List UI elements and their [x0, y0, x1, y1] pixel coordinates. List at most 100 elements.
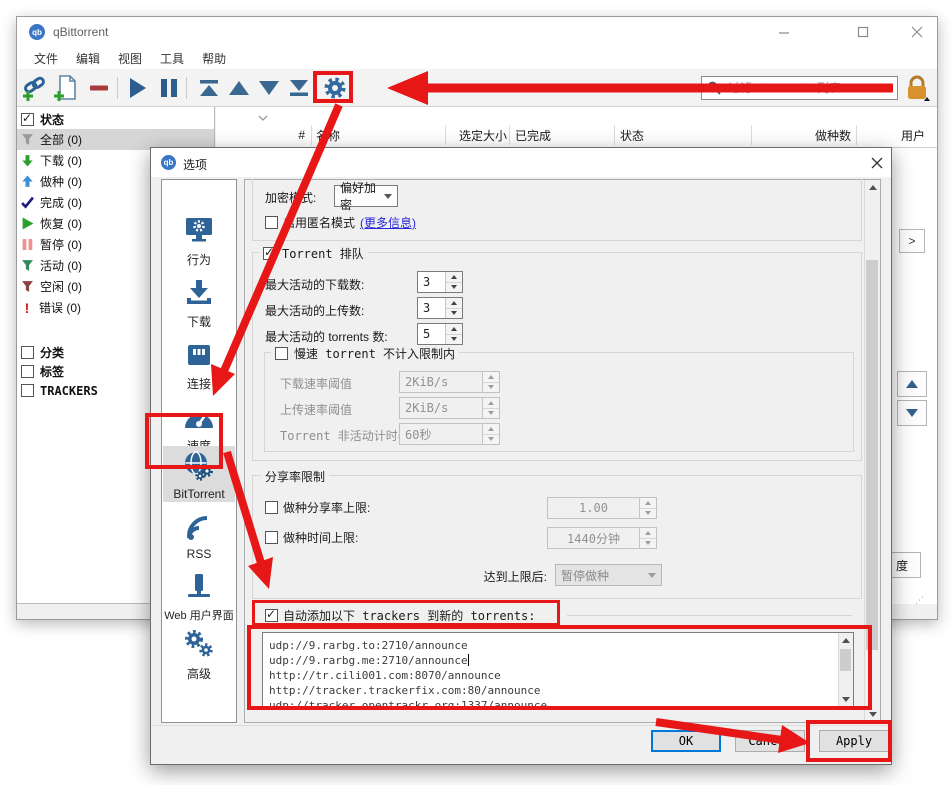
menu-file[interactable]: 文件	[25, 48, 67, 69]
status-checkbox[interactable]	[21, 113, 34, 126]
category-bittorrent[interactable]: BitTorrent	[163, 446, 235, 502]
spin-up-icon[interactable]	[446, 298, 462, 309]
seed-time-spinbox: 1440分钟	[547, 527, 657, 549]
tags-checkbox[interactable]	[21, 365, 34, 378]
spin-up-icon[interactable]	[446, 272, 462, 283]
scroll-down-button[interactable]	[897, 400, 927, 426]
dialog-title: 选项	[183, 156, 207, 173]
column-peers[interactable]: 用户	[856, 123, 931, 147]
qbittorrent-logo-icon: qb	[161, 155, 176, 170]
spin-down-icon[interactable]	[446, 335, 462, 345]
toolbar-separator	[117, 77, 118, 99]
trackers-checkbox[interactable]	[21, 384, 34, 397]
lock-icon[interactable]	[905, 75, 931, 105]
menu-help[interactable]: 帮助	[193, 48, 235, 69]
scrollbar-thumb[interactable]	[840, 649, 851, 671]
menu-tools[interactable]: 工具	[151, 48, 193, 69]
dialog-close-icon[interactable]	[865, 153, 889, 173]
funnel-gray-icon	[21, 133, 34, 146]
resize-grip[interactable]: ⋰	[915, 595, 925, 606]
spin-down-icon[interactable]	[446, 309, 462, 319]
scroll-down-icon[interactable]	[839, 692, 853, 707]
options-gear-icon[interactable]	[321, 74, 349, 102]
column-size[interactable]: 选定大小	[445, 123, 507, 147]
encryption-label: 加密模式:	[265, 189, 316, 206]
settings-viewport: 加密模式: 偏好加密 启用匿名模式 (更多信息) Torrent 排队 最大活动…	[244, 179, 881, 723]
table-header-row: # 名称 选定大小 已完成 状态 做种数 用户	[216, 123, 937, 148]
column-done[interactable]: 已完成	[515, 123, 615, 147]
textarea-scrollbar[interactable]	[838, 633, 853, 707]
status-header-label: 状态	[40, 111, 64, 128]
category-downloads[interactable]: 下载	[163, 278, 235, 330]
torrent-filter-search	[701, 76, 898, 100]
max-torrents-spinbox[interactable]: 5	[417, 323, 463, 345]
menu-view[interactable]: 视图	[109, 48, 151, 69]
add-torrent-link-icon[interactable]	[21, 74, 49, 102]
category-connection[interactable]: 连接	[163, 340, 235, 392]
max-uploads-spinbox[interactable]: 3	[417, 297, 463, 319]
more-info-link[interactable]: (更多信息)	[360, 214, 416, 231]
category-webui[interactable]: Web 用户界面	[163, 572, 235, 623]
max-downloads-spinbox[interactable]: 3	[417, 271, 463, 293]
category-advanced[interactable]: 高级	[163, 628, 235, 682]
chevron-down-icon	[648, 573, 656, 578]
scrollbar-thumb[interactable]	[866, 260, 878, 650]
scroll-up-button[interactable]	[897, 371, 927, 397]
auto-add-trackers-checkbox[interactable]	[265, 609, 278, 622]
advanced-icon	[182, 628, 216, 660]
play-green-icon	[21, 217, 34, 230]
ok-button[interactable]: OK	[651, 730, 721, 752]
ul-threshold-label: 上传速率阈值	[280, 401, 352, 418]
status-header-row[interactable]: 状态	[17, 109, 214, 130]
move-up-icon[interactable]	[225, 74, 253, 102]
scroll-down-icon[interactable]	[865, 707, 880, 722]
column-seeds[interactable]: 做种数	[751, 123, 851, 147]
delete-torrent-icon[interactable]	[85, 74, 113, 102]
expand-columns-button[interactable]: >	[899, 229, 925, 253]
tracker-url: udp://tracker.opentrackr.org:1337/announ…	[269, 699, 547, 708]
category-behavior[interactable]: 行为	[163, 216, 235, 268]
maximize-button[interactable]	[848, 21, 878, 43]
close-icon[interactable]	[902, 21, 932, 43]
search-input[interactable]	[726, 80, 897, 96]
behavior-icon	[183, 216, 215, 246]
spin-up-icon[interactable]	[446, 324, 462, 335]
rss-icon	[183, 512, 215, 542]
limit-reached-label: 达到上限后:	[447, 568, 547, 585]
anonymous-mode-checkbox[interactable]	[265, 216, 278, 229]
categories-checkbox[interactable]	[21, 346, 34, 359]
seed-ratio-checkbox[interactable]	[265, 501, 278, 514]
move-bottom-icon[interactable]	[285, 74, 313, 102]
minimize-button[interactable]	[769, 21, 799, 43]
bittorrent-icon	[182, 450, 216, 482]
cancel-button[interactable]: Cancel	[735, 730, 805, 752]
resume-icon[interactable]	[123, 74, 151, 102]
column-status[interactable]: 状态	[620, 123, 750, 147]
move-top-icon[interactable]	[195, 74, 223, 102]
category-rss[interactable]: RSS	[163, 512, 235, 561]
search-icon	[702, 81, 726, 95]
encryption-mode-select[interactable]: 偏好加密	[334, 185, 398, 207]
anonymous-mode-row: 启用匿名模式 (更多信息)	[265, 214, 416, 231]
trackers-textarea[interactable]: udp://9.rarbg.to:2710/announce udp://9.r…	[262, 632, 854, 708]
scroll-up-icon[interactable]	[865, 180, 880, 195]
ul-threshold-spinbox: 2KiB/s	[399, 397, 500, 419]
seed-time-checkbox[interactable]	[265, 531, 278, 544]
error-icon: !	[21, 300, 33, 316]
spin-down-icon[interactable]	[446, 283, 462, 293]
tracker-url: http://tracker.trackerfix.com:80/announc…	[269, 684, 541, 699]
scroll-up-icon[interactable]	[839, 633, 853, 648]
column-position[interactable]: #	[216, 123, 311, 147]
chevron-down-icon	[384, 194, 392, 199]
auto-add-trackers-row: 自动添加以下 trackers 到新的 torrents:	[265, 607, 536, 624]
torrent-queueing-checkbox[interactable]	[263, 247, 276, 260]
slow-torrents-checkbox[interactable]	[275, 347, 288, 360]
pause-icon[interactable]	[155, 74, 183, 102]
apply-button[interactable]: Apply	[819, 730, 889, 752]
dialog-scrollbar[interactable]	[864, 180, 880, 722]
window-title: qBittorrent	[53, 25, 108, 39]
add-torrent-file-icon[interactable]	[53, 74, 81, 102]
menu-edit[interactable]: 编辑	[67, 48, 109, 69]
move-down-icon[interactable]	[255, 74, 283, 102]
down-triangle-icon	[906, 409, 918, 417]
